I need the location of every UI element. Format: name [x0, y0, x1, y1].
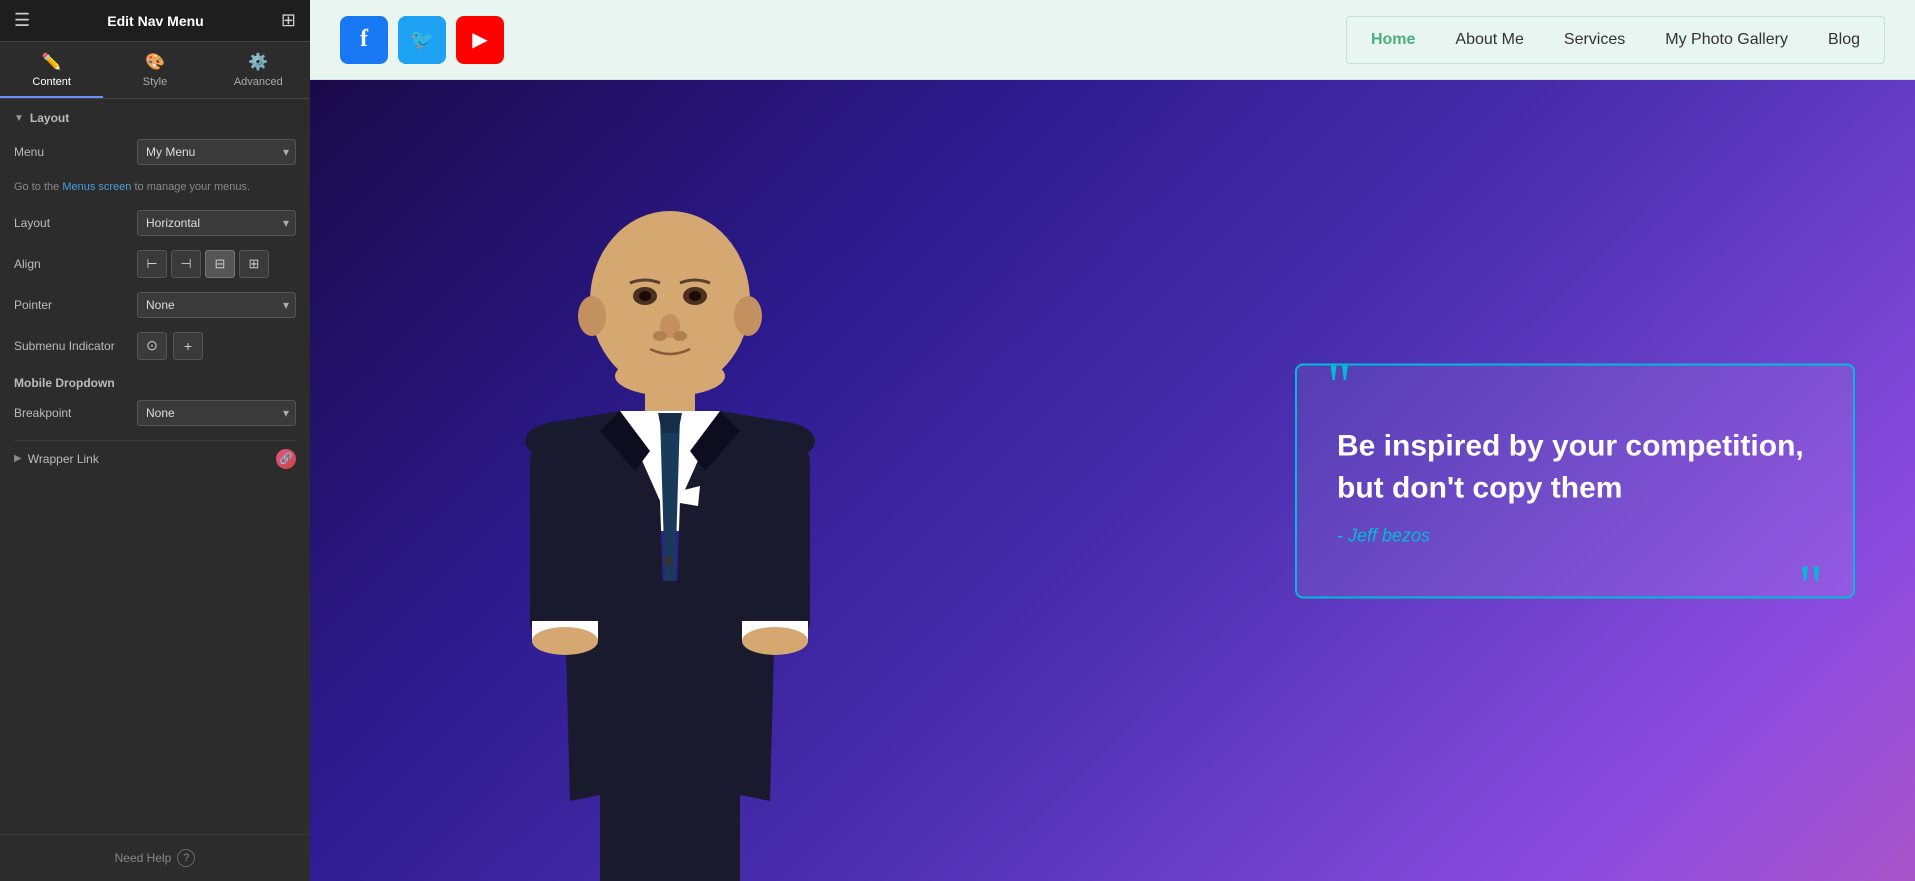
panel-tabs: ✏️ Content 🎨 Style ⚙️ Advanced — [0, 42, 310, 99]
menu-hint-prefix: Go to the — [14, 181, 62, 193]
twitter-icon: 🐦 — [410, 27, 435, 52]
nav-link-services[interactable]: Services — [1564, 31, 1625, 49]
need-help-section: Need Help ? — [0, 834, 310, 881]
align-justify-button[interactable]: ⊞ — [239, 250, 269, 278]
panel-title: Edit Nav Menu — [107, 13, 203, 29]
nav-link-gallery[interactable]: My Photo Gallery — [1665, 31, 1788, 49]
facebook-icon: f — [360, 26, 368, 53]
style-tab-icon: 🎨 — [145, 52, 165, 72]
layout-select[interactable]: Horizontal Vertical Dropdown — [137, 210, 296, 236]
help-icon[interactable]: ? — [177, 849, 195, 867]
align-field-row: Align ⊢ ⊣ ⊟ ⊞ — [14, 250, 296, 278]
align-center-button[interactable]: ⊣ — [171, 250, 201, 278]
pointer-label: Pointer — [14, 298, 129, 312]
wrapper-link-icon: 🔗 — [276, 449, 296, 469]
layout-section-header[interactable]: ▼ Layout — [14, 111, 296, 125]
tab-content-label: Content — [32, 76, 71, 88]
align-label: Align — [14, 257, 129, 271]
align-right-button[interactable]: ⊟ — [205, 250, 235, 278]
edit-nav-panel: ☰ Edit Nav Menu ⊞ ✏️ Content 🎨 Style ⚙️ … — [0, 0, 310, 881]
quote-box: " Be inspired by your competition, but d… — [1295, 363, 1855, 598]
menu-select-wrapper: My Menu Primary Menu Footer Menu — [137, 139, 296, 165]
top-navbar: f 🐦 ▶ Home About Me Services My Photo Ga… — [310, 0, 1915, 80]
quote-author: - Jeff bezos — [1337, 525, 1813, 546]
pointer-select-wrapper: None Underline Overline Double — [137, 292, 296, 318]
youtube-button[interactable]: ▶ — [456, 16, 504, 64]
quote-mark-open: " — [1327, 355, 1352, 415]
content-tab-icon: ✏️ — [42, 52, 62, 72]
breakpoint-field-row: Breakpoint None Tablet Mobile — [14, 400, 296, 426]
submenu-indicator-controls: ⊙ + — [137, 332, 203, 360]
menu-label: Menu — [14, 145, 129, 159]
layout-select-wrapper: Horizontal Vertical Dropdown — [137, 210, 296, 236]
need-help-text: Need Help — [115, 851, 172, 865]
submenu-indicator-row: Submenu Indicator ⊙ + — [14, 332, 296, 360]
pointer-field-row: Pointer None Underline Overline Double — [14, 292, 296, 318]
wrapper-link-label: Wrapper Link — [28, 452, 270, 466]
submenu-indicator-label: Submenu Indicator — [14, 339, 129, 353]
youtube-icon: ▶ — [472, 27, 487, 52]
submenu-add-button[interactable]: + — [173, 332, 203, 360]
wrapper-link-row[interactable]: ▶ Wrapper Link 🔗 — [14, 440, 296, 477]
tab-style-label: Style — [143, 76, 167, 88]
mobile-dropdown-label: Mobile Dropdown — [14, 376, 296, 390]
nav-links-container: Home About Me Services My Photo Gallery … — [1346, 16, 1885, 64]
nav-link-about[interactable]: About Me — [1455, 31, 1523, 49]
tab-advanced[interactable]: ⚙️ Advanced — [207, 42, 310, 98]
hero-person-image — [460, 181, 880, 881]
tab-content[interactable]: ✏️ Content — [0, 42, 103, 98]
menu-hint-suffix: to manage your menus. — [131, 181, 250, 193]
quote-mark-close: " — [1799, 556, 1824, 616]
wrapper-link-arrow: ▶ — [14, 453, 22, 464]
hamburger-icon[interactable]: ☰ — [14, 10, 30, 31]
tab-advanced-label: Advanced — [234, 76, 283, 88]
menu-hint: Go to the Menus screen to manage your me… — [14, 179, 296, 196]
panel-content: ▼ Layout Menu My Menu Primary Menu Foote… — [0, 99, 310, 834]
nav-link-home[interactable]: Home — [1371, 31, 1415, 49]
hero-section: " Be inspired by your competition, but d… — [310, 80, 1915, 881]
panel-header: ☰ Edit Nav Menu ⊞ — [0, 0, 310, 42]
align-left-button[interactable]: ⊢ — [137, 250, 167, 278]
submenu-circle-button[interactable]: ⊙ — [137, 332, 167, 360]
breakpoint-label: Breakpoint — [14, 406, 129, 420]
facebook-button[interactable]: f — [340, 16, 388, 64]
social-icons-group: f 🐦 ▶ — [340, 16, 504, 64]
twitter-button[interactable]: 🐦 — [398, 16, 446, 64]
layout-field-row: Layout Horizontal Vertical Dropdown — [14, 210, 296, 236]
advanced-tab-icon: ⚙️ — [248, 52, 268, 72]
menu-field-row: Menu My Menu Primary Menu Footer Menu — [14, 139, 296, 165]
nav-link-blog[interactable]: Blog — [1828, 31, 1860, 49]
layout-label: Layout — [14, 216, 129, 230]
grid-icon[interactable]: ⊞ — [281, 10, 296, 31]
quote-text: Be inspired by your competition, but don… — [1337, 425, 1813, 509]
breakpoint-select[interactable]: None Tablet Mobile — [137, 400, 296, 426]
layout-collapse-arrow: ▼ — [14, 113, 24, 124]
pointer-select[interactable]: None Underline Overline Double — [137, 292, 296, 318]
main-area: f 🐦 ▶ Home About Me Services My Photo Ga… — [310, 0, 1915, 881]
breakpoint-select-wrapper: None Tablet Mobile — [137, 400, 296, 426]
wrapper-link-symbol: 🔗 — [279, 452, 293, 465]
tab-style[interactable]: 🎨 Style — [103, 42, 206, 98]
layout-section-label: Layout — [30, 111, 69, 125]
align-buttons-group: ⊢ ⊣ ⊟ ⊞ — [137, 250, 296, 278]
menu-select[interactable]: My Menu Primary Menu Footer Menu — [137, 139, 296, 165]
menus-screen-link[interactable]: Menus screen — [62, 181, 131, 193]
